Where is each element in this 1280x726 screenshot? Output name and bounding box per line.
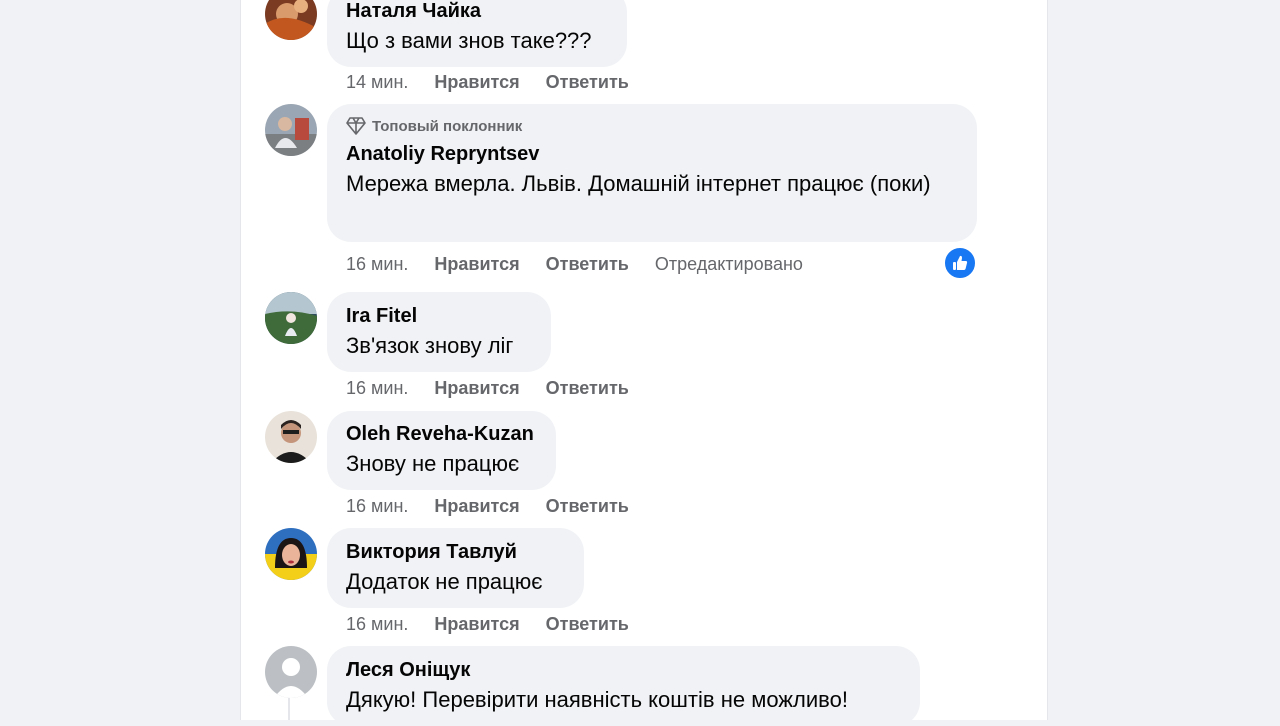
reply-button[interactable]: Ответить <box>546 378 629 399</box>
comment-actions: 16 мин. Нравится Ответить <box>346 494 655 518</box>
reply-button[interactable]: Ответить <box>546 72 629 93</box>
comment-bubble: Виктория Тавлуй Додаток не працює <box>327 528 584 608</box>
comment-bubble: Топовый поклонник Anatoliy Repryntsev Ме… <box>327 104 977 242</box>
comment-text: Зв'язок знову ліг <box>346 333 514 358</box>
comment-timestamp[interactable]: 16 мин. <box>346 378 408 399</box>
comment-actions: 14 мин. Нравится Ответить <box>346 70 655 94</box>
avatar[interactable] <box>265 104 317 156</box>
comment-bubble: Oleh Reveha-Kuzan Знову не працює <box>327 411 556 490</box>
comment-text: Додаток не працює <box>346 569 543 594</box>
comment-timestamp[interactable]: 16 мин. <box>346 614 408 635</box>
comment-author[interactable]: Oleh Reveha-Kuzan <box>346 421 537 447</box>
comment-bubble: Ira Fitel Зв'язок знову ліг <box>327 292 551 372</box>
comment-bubble: Леся Оніщук Дякую! Перевірити наявність … <box>327 646 920 726</box>
comment-bubble: Наталя Чайка Що з вами знов таке??? <box>327 0 627 67</box>
comment-author[interactable]: Anatoliy Repryntsev <box>346 141 958 167</box>
default-avatar-icon[interactable] <box>265 646 317 698</box>
top-fan-badge: Топовый поклонник <box>346 116 958 136</box>
comment-author[interactable]: Наталя Чайка <box>346 0 608 24</box>
like-button[interactable]: Нравится <box>434 614 519 635</box>
comment-actions: 16 мин. Нравится Ответить <box>346 376 655 400</box>
comment-timestamp[interactable]: 16 мин. <box>346 254 408 275</box>
like-button[interactable]: Нравится <box>434 72 519 93</box>
comment-text: Мережа вмерла. Львів. Домашній інтернет … <box>346 171 931 196</box>
comment-author[interactable]: Ira Fitel <box>346 303 532 329</box>
avatar[interactable] <box>265 292 317 344</box>
like-reaction-icon[interactable] <box>943 246 977 280</box>
like-button[interactable]: Нравится <box>434 254 519 275</box>
badge-label: Топовый поклонник <box>372 117 523 135</box>
avatar[interactable] <box>265 528 317 580</box>
reply-button[interactable]: Ответить <box>546 254 629 275</box>
avatar[interactable] <box>265 411 317 463</box>
comment-text: Що з вами знов таке??? <box>346 28 592 53</box>
edited-label[interactable]: Отредактировано <box>655 254 803 275</box>
reply-thread-line <box>288 698 290 720</box>
like-button[interactable]: Нравится <box>434 496 519 517</box>
comment-actions: 16 мин. Нравится Ответить <box>346 612 655 636</box>
like-button[interactable]: Нравится <box>434 378 519 399</box>
diamond-icon <box>346 117 366 135</box>
comment-text: Дякую! Перевірити наявність коштів не мо… <box>346 687 848 712</box>
comment-text: Знову не працює <box>346 451 520 476</box>
comment-actions: 16 мин. Нравится Ответить Отредактирован… <box>346 252 803 276</box>
reply-button[interactable]: Ответить <box>546 614 629 635</box>
comment-author[interactable]: Виктория Тавлуй <box>346 539 565 565</box>
comment-timestamp[interactable]: 16 мин. <box>346 496 408 517</box>
comment-author[interactable]: Леся Оніщук <box>346 657 901 683</box>
comment-timestamp[interactable]: 14 мин. <box>346 72 408 93</box>
reply-button[interactable]: Ответить <box>546 496 629 517</box>
